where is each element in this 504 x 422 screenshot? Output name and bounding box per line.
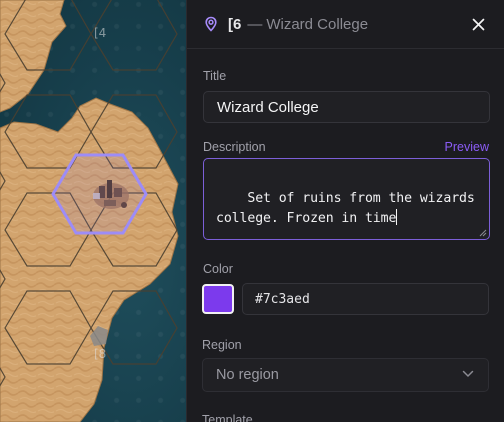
title-label: Title bbox=[203, 69, 227, 83]
chevron-down-icon bbox=[462, 370, 474, 378]
color-label: Color bbox=[203, 262, 233, 276]
hex-map[interactable]: [4 [8 bbox=[0, 0, 186, 422]
hex-label-8: [8 bbox=[94, 347, 107, 361]
region-select[interactable]: No region bbox=[202, 358, 489, 392]
color-hex-value: #7c3aed bbox=[255, 291, 310, 307]
preview-toggle[interactable]: Preview bbox=[445, 140, 489, 154]
map-pin-icon bbox=[203, 16, 219, 32]
panel-header: [6 — Wizard College bbox=[187, 0, 504, 49]
description-textarea[interactable]: Set of ruins from the wizards college. F… bbox=[203, 158, 490, 240]
region-value: No region bbox=[216, 367, 279, 383]
description-value: Set of ruins from the wizards college. F… bbox=[216, 191, 475, 226]
title-input[interactable]: Wizard College bbox=[203, 91, 490, 123]
description-label: Description bbox=[203, 140, 266, 154]
header-separator: — bbox=[247, 15, 263, 33]
hex-label-4: [4 bbox=[94, 26, 107, 40]
land-south bbox=[0, 97, 179, 422]
close-icon bbox=[472, 18, 484, 30]
text-caret bbox=[396, 209, 398, 225]
title-value: Wizard College bbox=[217, 98, 319, 116]
header-hex-name: Wizard College bbox=[266, 15, 369, 33]
hex-id: [6 bbox=[228, 15, 242, 33]
color-hex-input[interactable]: #7c3aed bbox=[242, 283, 489, 315]
close-button[interactable] bbox=[469, 15, 487, 33]
map-canvas[interactable] bbox=[0, 0, 186, 422]
color-swatch[interactable] bbox=[202, 284, 234, 314]
resize-handle-icon[interactable] bbox=[479, 229, 487, 237]
